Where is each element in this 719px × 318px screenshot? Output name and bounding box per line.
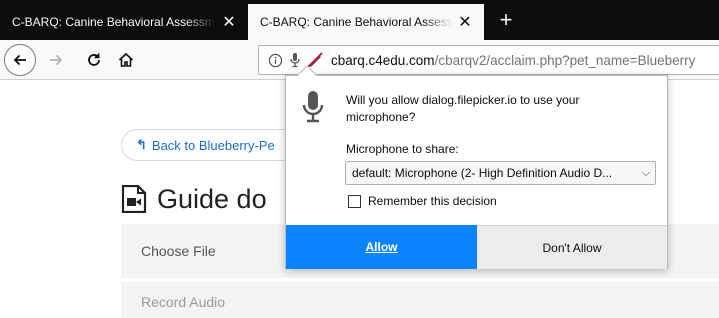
- page-title-text: Guide do: [157, 183, 267, 214]
- remember-decision-checkbox[interactable]: Remember this decision: [348, 194, 497, 208]
- popup-buttons: Allow Don't Allow: [286, 225, 667, 269]
- allow-label: Allow: [365, 240, 398, 254]
- record-audio-label: Record Audio: [141, 294, 226, 310]
- forward-button[interactable]: [42, 46, 70, 74]
- microphone-share-label: Microphone to share:: [346, 142, 459, 156]
- dont-allow-button[interactable]: Don't Allow: [477, 225, 667, 269]
- page-title: Guide do: [121, 179, 267, 219]
- reload-button[interactable]: [80, 46, 108, 74]
- tab-inactive[interactable]: C-BARQ: Canine Behavioral Assessment ✕: [0, 4, 248, 40]
- url-domain: cbarq.c4edu.com: [331, 52, 435, 68]
- allow-button[interactable]: Allow: [286, 225, 477, 269]
- back-button[interactable]: [4, 44, 36, 76]
- url-bar[interactable]: cbarq.c4edu.com/cbarqv2/acclaim.php?pet_…: [258, 45, 719, 75]
- back-arrow-icon: [13, 54, 26, 66]
- tab-strip: C-BARQ: Canine Behavioral Assessment ✕ C…: [0, 0, 719, 40]
- url-text: cbarq.c4edu.com/cbarqv2/acclaim.php?pet_…: [331, 53, 695, 68]
- reload-icon: [88, 53, 100, 66]
- permission-question: Will you allow dialog.filepicker.io to u…: [346, 93, 580, 124]
- home-icon: [118, 52, 134, 67]
- info-icon[interactable]: [265, 50, 285, 70]
- tab-title: C-BARQ: Canine Behavioral Assessment: [12, 15, 216, 29]
- microphone-icon: [302, 91, 324, 123]
- new-tab-button[interactable]: +: [488, 4, 524, 36]
- dont-allow-label: Don't Allow: [542, 240, 602, 255]
- remember-label: Remember this decision: [368, 194, 497, 208]
- url-path: /cbarqv2/acclaim.php?pet_name=Blueberry: [434, 52, 696, 68]
- microphone-device-select[interactable]: default: Microphone (2- High Definition …: [345, 161, 656, 185]
- tab-active[interactable]: C-BARQ: Canine Behavioral Assessment ✕: [248, 4, 484, 40]
- selected-device: default: Microphone (2- High Definition …: [352, 166, 613, 180]
- microphone-icon[interactable]: [285, 50, 305, 70]
- forward-arrow-icon: [50, 54, 63, 66]
- navigation-toolbar: cbarq.c4edu.com/cbarqv2/acclaim.php?pet_…: [0, 40, 719, 80]
- back-arrow-icon: ↰: [136, 137, 147, 152]
- close-tab-icon[interactable]: ✕: [456, 13, 474, 31]
- chevron-down-icon: ⌵: [641, 166, 651, 179]
- tab-title: C-BARQ: Canine Behavioral Assessment: [260, 15, 452, 29]
- microphone-permission-popup: Will you allow dialog.filepicker.io to u…: [285, 65, 668, 269]
- video-file-icon: [121, 185, 147, 213]
- close-tab-icon[interactable]: ✕: [220, 13, 238, 31]
- checkbox-box[interactable]: [348, 194, 361, 208]
- choose-file-label: Choose File: [141, 243, 216, 259]
- home-button[interactable]: [112, 46, 140, 74]
- back-link-label: Back to Blueberry-Pe: [151, 137, 275, 153]
- record-audio-button[interactable]: Record Audio: [121, 282, 719, 318]
